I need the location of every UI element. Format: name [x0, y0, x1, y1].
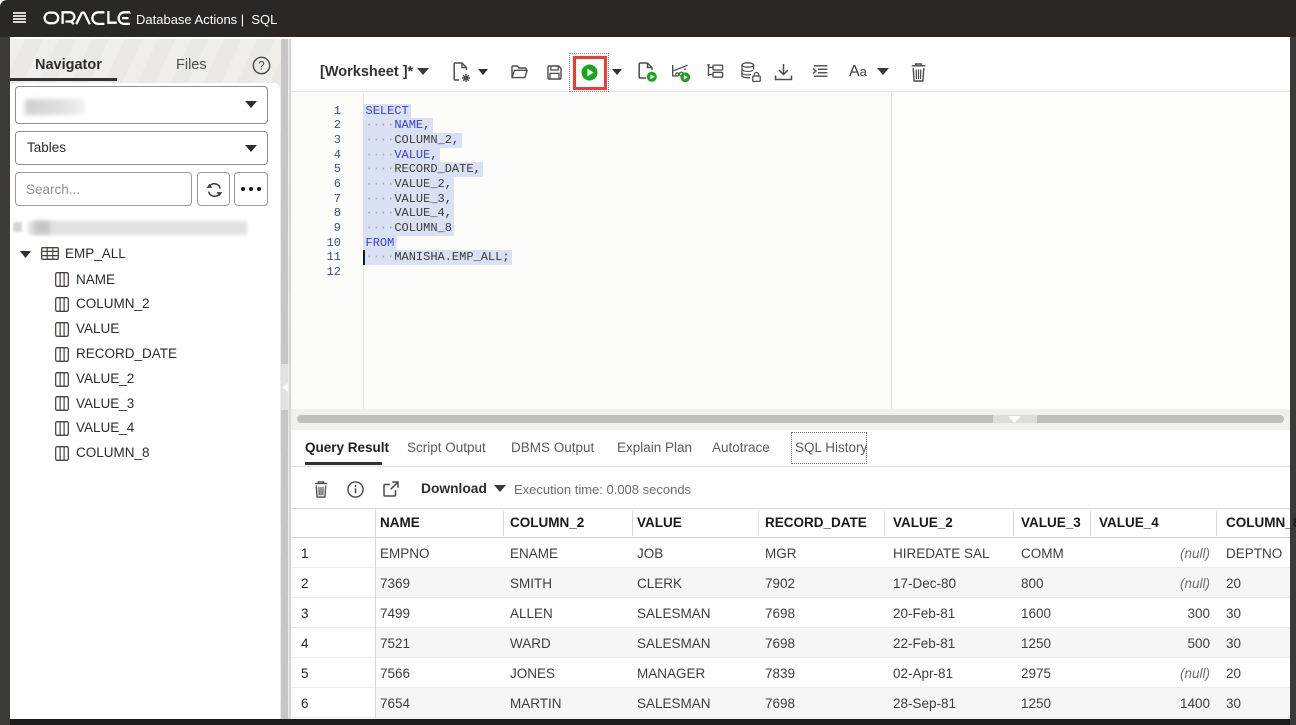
svg-text:?: ?: [258, 61, 264, 73]
